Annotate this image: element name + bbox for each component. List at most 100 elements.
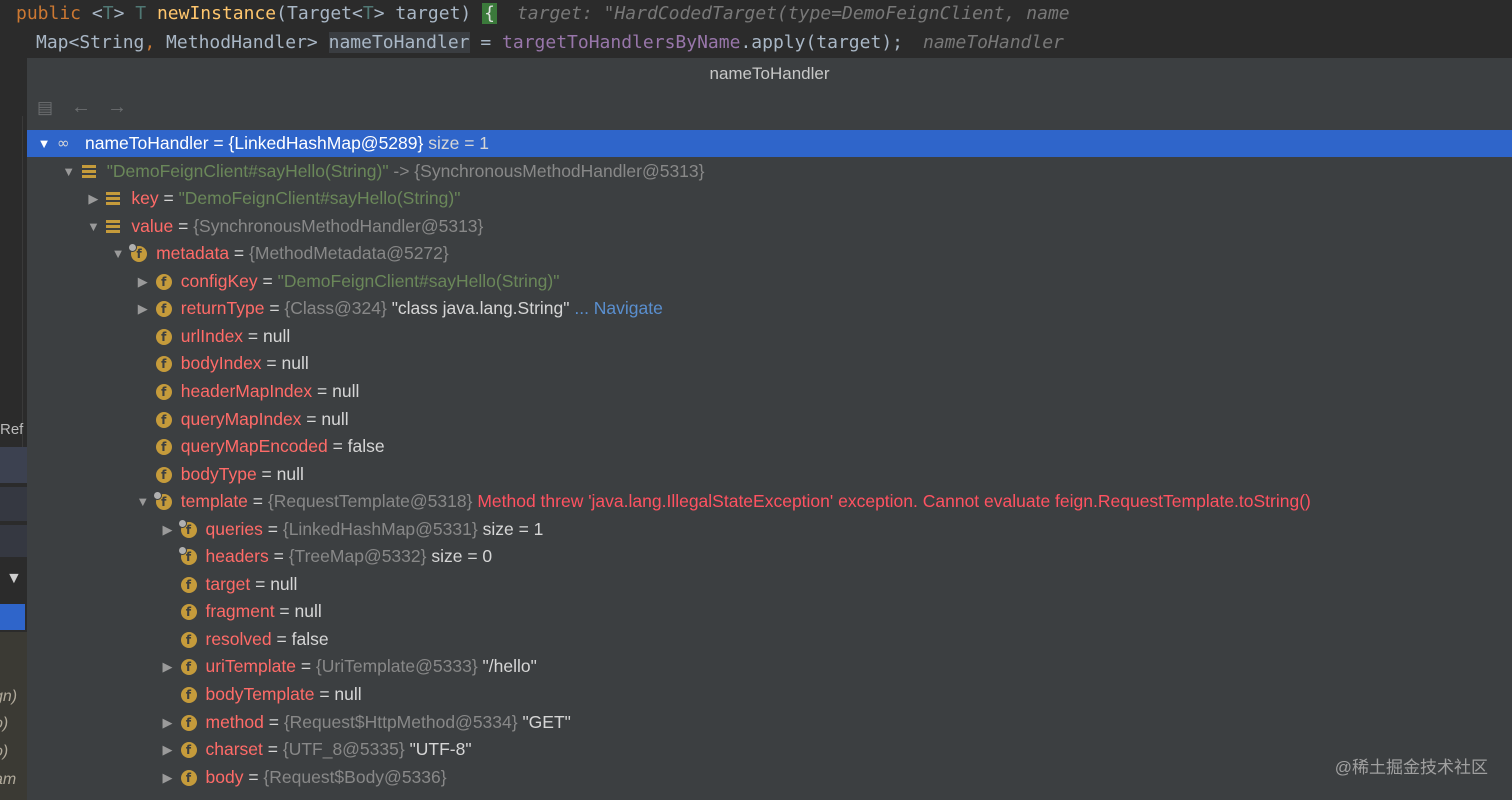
object-reference: {Class@324} bbox=[284, 298, 387, 319]
background-panel-row[interactable] bbox=[0, 447, 27, 483]
tree-row-text: queryMapIndex = null bbox=[181, 406, 349, 433]
variable-name: metadata bbox=[156, 243, 230, 264]
variable-name: urlIndex bbox=[180, 325, 244, 346]
variable-value: size = 0 bbox=[426, 546, 493, 567]
tree-row[interactable]: ▶ f charset = {UTF_8@5335} "UTF-8" bbox=[27, 736, 1512, 763]
variable-name: queryMapEncoded bbox=[180, 436, 328, 457]
forward-arrow-icon[interactable]: → bbox=[107, 96, 127, 119]
tree-row[interactable]: f headerMapIndex = null bbox=[27, 378, 1512, 405]
tree-row[interactable]: f target = null bbox=[27, 571, 1512, 598]
variable-value: null bbox=[263, 325, 291, 346]
expand-arrow-icon[interactable]: ▼ bbox=[37, 130, 51, 157]
tree-row[interactable]: ▶ f returnType = {Class@324} "class java.l… bbox=[27, 295, 1512, 322]
background-panel-row[interactable] bbox=[0, 525, 27, 557]
code-line-1[interactable]: public <T> T newInstance(Target<T> targe… bbox=[16, 0, 1070, 28]
collapse-arrow-icon[interactable]: ▶ bbox=[136, 295, 150, 322]
tree-row[interactable]: ▼ ∞ nameToHandler = {LinkedHashMap@5289} s… bbox=[27, 130, 1512, 157]
equals-sign: = bbox=[264, 298, 285, 319]
field-icon: f bbox=[152, 491, 172, 511]
equals-sign: = bbox=[158, 188, 179, 209]
inline-debug-hint-2: nameToHandler bbox=[923, 32, 1064, 53]
equals-sign: = bbox=[173, 215, 194, 236]
equals-sign: = bbox=[256, 463, 277, 484]
field-icon: f bbox=[155, 411, 172, 428]
tree-row[interactable]: f bodyTemplate = null bbox=[27, 681, 1512, 708]
collapse-arrow-icon[interactable]: ▶ bbox=[161, 764, 175, 791]
tree-row[interactable]: f bodyType = null bbox=[27, 461, 1512, 488]
variable-name: value bbox=[131, 215, 174, 236]
map-entry-icon bbox=[106, 192, 121, 206]
tree-row[interactable]: f fragment = null bbox=[27, 598, 1512, 625]
tree-row[interactable]: ▶ f method = {Request$HttpMethod@5334} "GE… bbox=[27, 709, 1512, 736]
code-line-2[interactable]: Map<String, MethodHandler> nameToHandler… bbox=[36, 29, 1064, 57]
watermark: @稀土掘金技术社区 bbox=[1334, 758, 1488, 777]
tree-row[interactable]: f bodyIndex = null bbox=[27, 350, 1512, 377]
tree-row[interactable]: f queryMapIndex = null bbox=[27, 406, 1512, 433]
expand-arrow-icon[interactable]: ▼ bbox=[62, 158, 76, 185]
equals-sign: = bbox=[327, 436, 348, 457]
collapse-arrow-icon[interactable]: ▶ bbox=[161, 516, 175, 543]
collapse-arrow-icon[interactable]: ▶ bbox=[136, 268, 150, 295]
variable-value: null bbox=[332, 380, 360, 401]
expand-arrow-icon[interactable]: ▼ bbox=[111, 240, 125, 267]
tree-row-text: queryMapEncoded = false bbox=[181, 433, 385, 460]
hierarchy-icon[interactable]: ▤ bbox=[37, 98, 53, 118]
frame-item[interactable]: o) bbox=[0, 743, 8, 761]
field-icon: f bbox=[180, 604, 197, 621]
frame-item[interactable]: am bbox=[0, 771, 16, 789]
back-arrow-icon[interactable]: ← bbox=[71, 96, 91, 119]
collapse-arrow-icon[interactable]: ▶ bbox=[161, 736, 175, 763]
tree-row-text: queries = {LinkedHashMap@5331} size = 1 bbox=[206, 516, 544, 543]
field-icon: f bbox=[155, 383, 172, 400]
equals-sign: = bbox=[247, 491, 268, 512]
collapse-arrow-icon[interactable]: ▶ bbox=[161, 709, 175, 736]
variable-name: fragment bbox=[205, 601, 275, 622]
tree-row[interactable]: ▼ f template = {RequestTemplate@5318} Meth… bbox=[27, 488, 1512, 515]
tree-row-text: urlIndex = null bbox=[181, 323, 290, 350]
tree-row[interactable]: ▼ value = {SynchronousMethodHandler@5313} bbox=[27, 213, 1512, 240]
tree-row[interactable]: ▼ "DemoFeignClient#sayHello(String)" -> {… bbox=[27, 158, 1512, 185]
selected-frame-row[interactable] bbox=[0, 604, 25, 630]
frame-item[interactable]: gn) bbox=[0, 688, 17, 706]
variable-value: false bbox=[347, 436, 385, 457]
filter-icon[interactable]: ▼ bbox=[6, 570, 22, 588]
highlighted-variable[interactable]: nameToHandler bbox=[328, 32, 470, 53]
frame-item[interactable]: o) bbox=[0, 715, 8, 733]
map-entry-icon bbox=[81, 164, 96, 178]
tree-row-text: metadata = {MethodMetadata@5272} bbox=[156, 240, 449, 267]
variable-value: false bbox=[291, 628, 329, 649]
variable-value: null bbox=[294, 601, 322, 622]
field-icon: f bbox=[155, 439, 172, 456]
tree-row[interactable]: ▶ f configKey = "DemoFeignClient#sayHello(… bbox=[27, 268, 1512, 295]
assign-op: = bbox=[469, 32, 503, 53]
tree-row[interactable]: f urlIndex = null bbox=[27, 323, 1512, 350]
tree-row-text: fragment = null bbox=[206, 598, 322, 625]
equals-sign: = bbox=[243, 325, 264, 346]
equals-sign: = bbox=[208, 133, 229, 153]
tree-row[interactable]: ▶ f body = {Request$Body@5336} bbox=[27, 764, 1512, 791]
collapse-arrow-icon[interactable]: ▶ bbox=[86, 185, 100, 212]
tree-row[interactable]: ▶ key = "DemoFeignClient#sayHello(String)… bbox=[27, 185, 1512, 212]
expand-arrow-icon[interactable]: ▼ bbox=[86, 213, 100, 240]
variable-name: returnType bbox=[180, 298, 265, 319]
background-panel-row[interactable] bbox=[0, 487, 27, 521]
map-entry-icon bbox=[106, 219, 121, 233]
navigate-link[interactable]: ... Navigate bbox=[569, 298, 663, 318]
tree-row[interactable]: ▼ f metadata = {MethodMetadata@5272} bbox=[27, 240, 1512, 267]
keyword-public: public bbox=[16, 3, 82, 24]
tree-row-text: value = {SynchronousMethodHandler@5313} bbox=[131, 213, 483, 240]
string-value: "DemoFeignClient#sayHello(String)" bbox=[277, 270, 560, 291]
code-editor[interactable]: public <T> T newInstance(Target<T> targe… bbox=[0, 0, 1082, 58]
tree-row[interactable]: f queryMapEncoded = false bbox=[27, 433, 1512, 460]
tree-row-text: returnType = {Class@324} "class java.lan… bbox=[181, 295, 663, 322]
tree-row[interactable]: f resolved = false bbox=[27, 626, 1512, 653]
tree-row[interactable]: ▶ f uriTemplate = {UriTemplate@5333} "/hel… bbox=[27, 653, 1512, 680]
tree-row-text: method = {Request$HttpMethod@5334} "GET" bbox=[206, 709, 571, 736]
expand-arrow-icon[interactable]: ▼ bbox=[136, 488, 150, 515]
tree-row[interactable]: f headers = {TreeMap@5332} size = 0 bbox=[27, 543, 1512, 570]
param-type: (Target bbox=[276, 3, 353, 24]
collapse-arrow-icon[interactable]: ▶ bbox=[161, 653, 175, 680]
tree-row[interactable]: ▶ f queries = {LinkedHashMap@5331} size = … bbox=[27, 516, 1512, 543]
object-reference: {LinkedHashMap@5289} bbox=[228, 133, 424, 153]
tree-row-text: configKey = "DemoFeignClient#sayHello(St… bbox=[181, 268, 560, 295]
